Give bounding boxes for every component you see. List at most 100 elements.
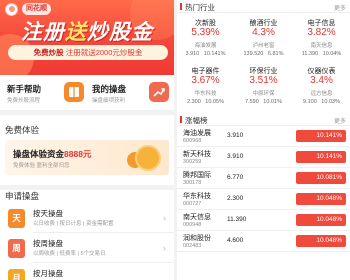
- stock-code: 300178: [183, 180, 202, 186]
- section-title: 免费体验: [5, 125, 40, 135]
- leader-values: 11.390 10.04%: [301, 51, 342, 57]
- calendar-week-icon: 周: [8, 239, 25, 258]
- quick-links: 新手帮助 免费炒股流程 我的操盘 操盘细项获利: [0, 75, 174, 115]
- change-badge: 10.081%: [296, 172, 346, 184]
- table-row[interactable]: 海油发展 600968 3.910 10.141%: [177, 126, 350, 147]
- apply-item-weekly[interactable]: 周 按周操盘 以周收费 | 低费率 | 5个交易日 ›: [0, 235, 174, 263]
- leader-values: 2.300 10.05%: [187, 99, 224, 105]
- slogan-part: 炒股金: [87, 21, 153, 44]
- stock-price: 4.600: [227, 237, 244, 244]
- section-title: 申请操盘: [5, 191, 40, 201]
- stock-name: 华东科技: [183, 193, 211, 200]
- industry-change: 3.4%: [310, 75, 333, 86]
- quick-link-title: 我的操盘: [92, 84, 127, 94]
- leader-stock: 中原环保: [252, 91, 275, 97]
- apply-item-daily[interactable]: 天 按天操盘 以日收费 | 按日计息 | 资金需配置 ›: [0, 205, 174, 233]
- section-title: 涨幅榜: [185, 116, 208, 125]
- stock-name: 腾邦国际: [183, 172, 211, 179]
- change-badge: 10.048%: [296, 214, 346, 226]
- leader-values: 9.100 10.03%: [303, 99, 340, 105]
- stock-name: 海油发展: [183, 130, 211, 137]
- change-badge: 10.141%: [296, 130, 346, 142]
- table-row[interactable]: 华东科技 000727 2.300 10.048%: [177, 189, 350, 210]
- table-row[interactable]: 润和股份 002483 4.600 10.048%: [177, 231, 350, 252]
- industry-cell[interactable]: 次新股 5.39% 海油发展 3.910 10.141%: [177, 15, 234, 61]
- more-link[interactable]: 更多: [334, 3, 346, 12]
- calendar-month-icon: 月: [8, 269, 25, 280]
- industry-cell[interactable]: 环保行业 3.51% 中原环保 7.590 10.01%: [235, 63, 292, 109]
- stock-price: 11.390: [227, 216, 247, 223]
- industry-change: 4.3%: [252, 27, 275, 38]
- leader-stock: 海油发展: [194, 43, 217, 49]
- left-panel: 同花顺 注册送炒股金 免费炒股 注册就送2000元炒股金 新手帮助 免费炒股流程…: [0, 0, 174, 280]
- apply-item-monthly[interactable]: 月 按月操盘: [0, 265, 174, 280]
- leader-values: 3.910 10.141%: [185, 51, 226, 57]
- stock-name: 新天科技: [183, 151, 211, 158]
- app-root: 同花顺 注册送炒股金 免费炒股 注册就送2000元炒股金 新手帮助 免费炒股流程…: [0, 0, 350, 280]
- promo-banner[interactable]: 同花顺 注册送炒股金 免费炒股 注册就送2000元炒股金: [0, 0, 174, 75]
- stock-price: 3.910: [227, 153, 244, 160]
- stock-name: 润和股份: [183, 235, 211, 242]
- stock-price: 6.770: [227, 174, 244, 181]
- trial-label: 操盘体验资金: [13, 149, 65, 159]
- hot-industry-header: 热门行业 更多: [177, 0, 350, 13]
- slogan-highlight: 送: [65, 21, 87, 44]
- quick-link-title: 新手帮助: [7, 84, 42, 94]
- hot-industry-grid: 次新股 5.39% 海油发展 3.910 10.141% 酿酒行业 4.3% 泸…: [177, 13, 350, 109]
- divider: [33, 262, 174, 263]
- leader-stock: 远方信息: [310, 91, 333, 97]
- calendar-day-icon: 天: [8, 209, 25, 228]
- apply-item-title: 按周操盘: [33, 239, 63, 248]
- slogan-part: 注册: [21, 21, 65, 44]
- industry-cell[interactable]: 仪器仪表 3.4% 远方信息 9.100 10.03%: [293, 63, 350, 109]
- quick-link-sub: 操盘细项获利: [92, 98, 126, 104]
- industry-change: 3.67%: [191, 75, 220, 86]
- leader-stock: 华东科技: [194, 91, 217, 97]
- table-row[interactable]: 南天信息 000948 11.390 10.048%: [177, 210, 350, 231]
- trial-banner-title: 操盘体验资金8888元: [13, 148, 91, 160]
- coin-icon: [135, 145, 161, 171]
- divider: [33, 232, 174, 233]
- trial-banner-sub: 免费体验 盈利全部归您: [13, 163, 70, 169]
- stock-code: 600968: [183, 138, 202, 144]
- banner-subtitle: 免费炒股 注册就送2000元炒股金: [8, 45, 168, 60]
- stock-price: 2.300: [227, 195, 244, 202]
- industry-cell[interactable]: 酿酒行业 4.3% 泸州老窖 139.520 6.81%: [235, 15, 292, 61]
- quick-link-sub: 免费炒股流程: [7, 98, 41, 104]
- sub-strong: 免费炒股: [33, 48, 64, 57]
- leader-values: 139.520 6.81%: [243, 51, 284, 57]
- leader-values: 7.590 10.01%: [245, 99, 282, 105]
- industry-cell[interactable]: 电子器件 3.67% 华东科技 2.300 10.05%: [177, 63, 234, 109]
- stock-price: 3.910: [227, 132, 244, 139]
- apply-item-title: 按月操盘: [33, 269, 63, 278]
- quick-link-trading[interactable]: 我的操盘 操盘细项获利: [89, 81, 173, 109]
- stock-code: 300259: [183, 159, 202, 165]
- apply-item-sub: 以周收费 | 低费率 | 5个交易日: [33, 251, 106, 257]
- chevron-right-icon: ›: [163, 213, 166, 223]
- gainers-header: 涨幅榜 更多: [177, 113, 350, 126]
- banner-slogan: 注册送炒股金: [12, 16, 162, 46]
- leader-stock: 泸州老窖: [252, 43, 275, 49]
- chevron-right-icon: ›: [163, 243, 166, 253]
- free-trial-banner[interactable]: 操盘体验资金8888元 免费体验 盈利全部归您: [5, 140, 169, 175]
- change-badge: 10.141%: [296, 151, 346, 163]
- trial-amount: 8888元: [64, 149, 92, 159]
- industry-change: 3.82%: [307, 27, 336, 38]
- sub-text: 注册就送2000元炒股金: [65, 48, 143, 57]
- industry-cell[interactable]: 电子信息 3.82% 南天信息 11.390 10.04%: [293, 15, 350, 61]
- brand-badge: 同花顺: [22, 3, 51, 15]
- avatar[interactable]: [5, 3, 18, 16]
- section-marker: [180, 116, 182, 123]
- leader-stock: 南天信息: [310, 43, 333, 49]
- stock-code: 000948: [183, 222, 202, 228]
- stock-code: 000727: [183, 201, 202, 207]
- right-panel: 热门行业 更多 次新股 5.39% 海油发展 3.910 10.141% 酿酒行…: [177, 0, 350, 280]
- more-link[interactable]: 更多: [334, 116, 346, 125]
- apply-item-sub: 以日收费 | 按日计息 | 资金需配置: [33, 221, 114, 227]
- table-row[interactable]: 新天科技 300259 3.910 10.141%: [177, 147, 350, 168]
- quick-link-help[interactable]: 新手帮助 免费炒股流程: [4, 81, 88, 109]
- change-badge: 10.048%: [296, 193, 346, 205]
- stock-code: 002483: [183, 243, 202, 249]
- table-row[interactable]: 腾邦国际 300178 6.770 10.081%: [177, 168, 350, 189]
- industry-change: 5.39%: [191, 27, 220, 38]
